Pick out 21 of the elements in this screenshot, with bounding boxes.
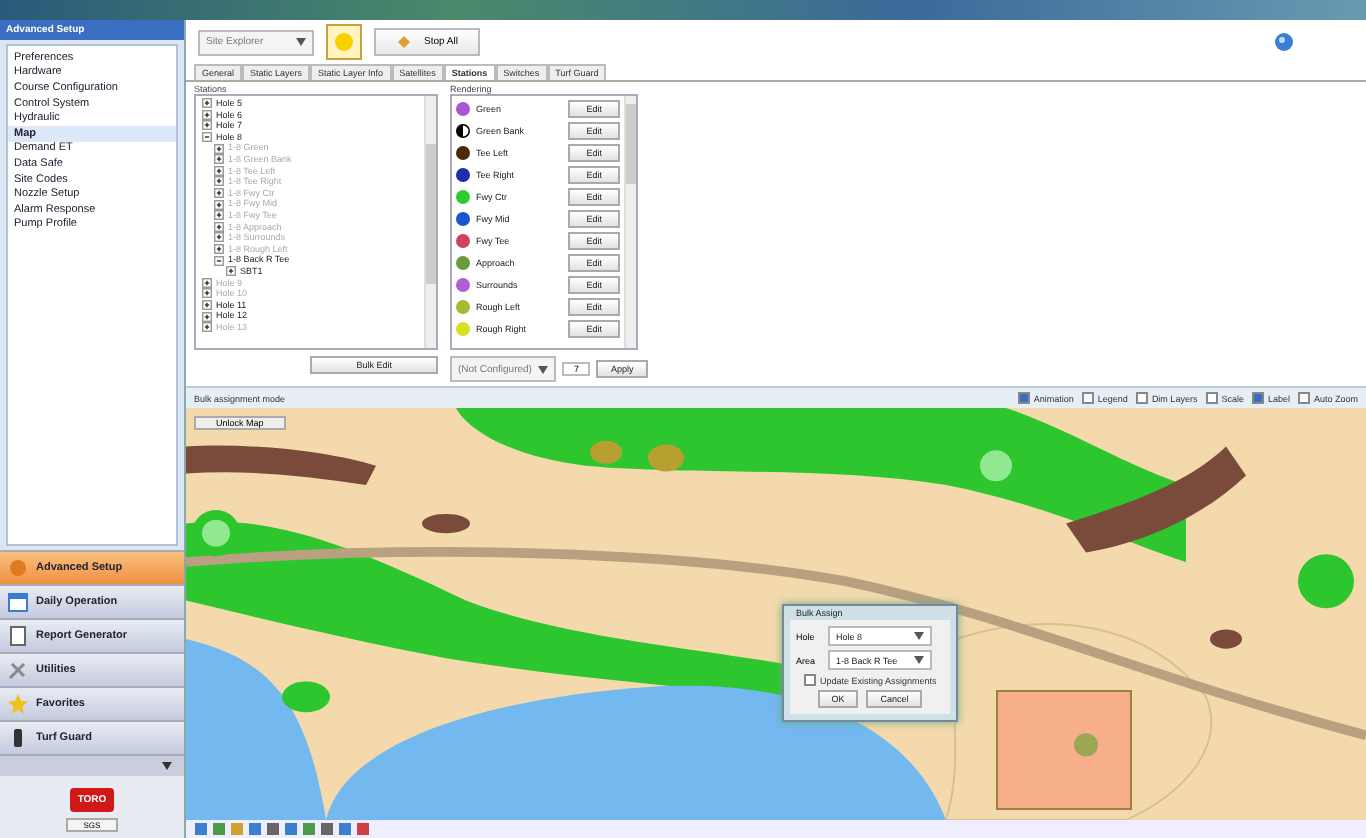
sun-icon xyxy=(334,32,354,52)
expand-icon[interactable] xyxy=(202,299,212,310)
collapse-icon[interactable] xyxy=(214,255,224,266)
caret-icon xyxy=(914,632,924,640)
caret-icon xyxy=(296,38,306,46)
caret-icon xyxy=(914,656,924,664)
expand-icon[interactable] xyxy=(202,120,212,131)
collapse-icon[interactable] xyxy=(202,132,212,143)
expand-icon[interactable] xyxy=(202,98,212,109)
golf-course-map-drawing[interactable] xyxy=(186,408,1366,820)
help-icon[interactable] xyxy=(1274,32,1294,52)
expand-icon[interactable] xyxy=(202,311,212,322)
tools-icon xyxy=(8,660,28,680)
star-icon xyxy=(8,694,28,714)
diamond-icon xyxy=(396,34,412,50)
caret-icon[interactable] xyxy=(162,762,172,770)
expand-icon[interactable] xyxy=(202,109,212,120)
caret-icon xyxy=(537,365,548,373)
expand-icon[interactable] xyxy=(226,266,236,277)
document-icon xyxy=(8,626,28,646)
calendar-icon xyxy=(8,592,28,612)
